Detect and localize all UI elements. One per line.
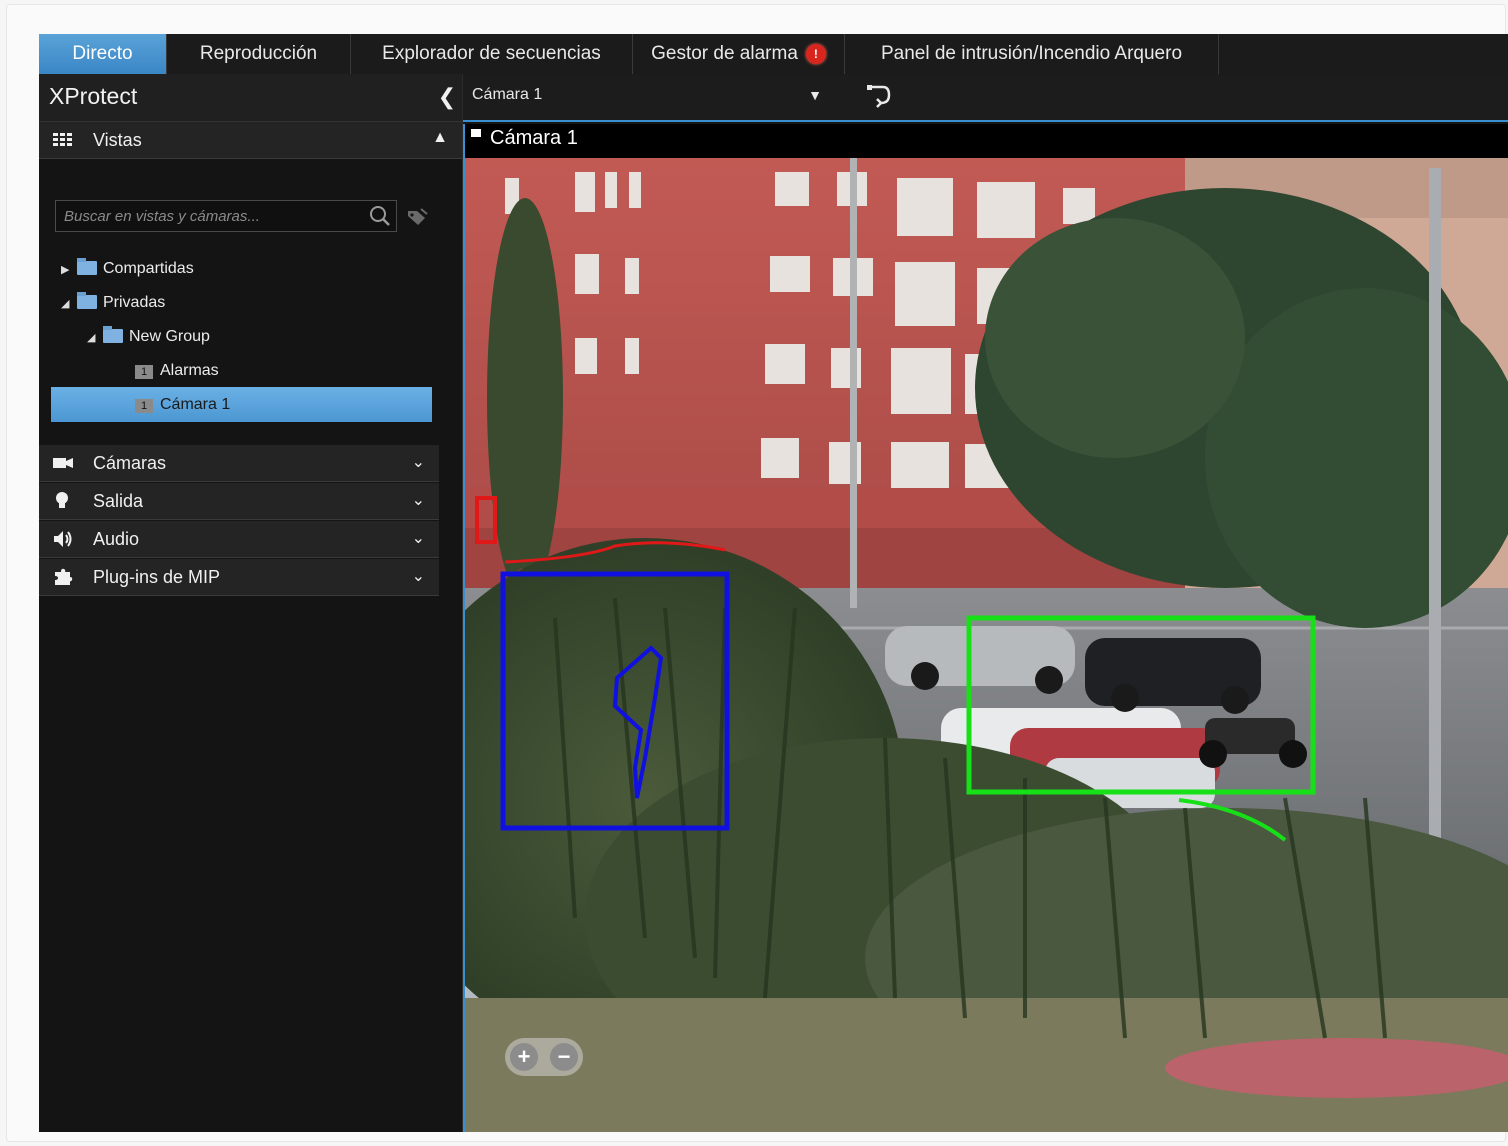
chevron-up-icon: ▲ [432,129,448,146]
zoom-in-button[interactable]: + [510,1043,538,1071]
window-frame: Directo Reproducción Explorador de secue… [6,4,1508,1142]
panel-camaras[interactable]: Cámaras ⌄ [39,445,439,482]
folder-icon [77,258,97,275]
tree-label: Cámara 1 [160,396,231,413]
collapsed-panels: Cámaras ⌄ Salida ⌄ Audio ⌄ Plug-ins de M… [39,445,439,596]
tab-panel-intrusion[interactable]: Panel de intrusión/Incendio Arquero [845,34,1219,74]
panel-salida[interactable]: Salida ⌄ [39,483,439,520]
tab-label: Explorador de secuencias [382,43,601,64]
puzzle-icon [55,568,73,585]
folder-icon [77,292,97,309]
panel-audio[interactable]: Audio ⌄ [39,521,439,558]
tag-icon[interactable] [405,206,429,228]
tree-item-new-group[interactable]: ◢ New Group [87,321,210,353]
tab-label: Directo [72,43,133,64]
view-toolbar: Cámara 1 ▼ [463,74,1508,122]
chevron-down-icon: ⌄ [411,530,425,547]
sidebar: XProtect ❮ Vistas ▲ Buscar en vistas y c… [39,74,463,1132]
tab-explorador-secuencias[interactable]: Explorador de secuencias [351,34,633,74]
chevron-down-icon: ⌄ [411,454,425,471]
camera-title-bar: Cámara 1 [465,124,1508,158]
camera-flag-icon [471,129,481,137]
tab-label: Reproducción [199,43,318,64]
speaker-icon [54,531,72,547]
folder-icon [103,326,123,343]
camera-title: Cámara 1 [490,127,578,149]
tree-label: Privadas [103,294,166,311]
tree-label: New Group [129,328,210,345]
chevron-down-icon: ⌄ [411,568,425,585]
panel-label: Cámaras [93,453,167,473]
zoom-out-button[interactable]: − [550,1043,578,1071]
search-icon[interactable] [368,204,392,228]
undo-view-icon[interactable] [865,83,893,111]
view-layout-icon: 1 [135,399,153,413]
tree-item-compartidas[interactable]: ▶ Compartidas [61,253,194,285]
collapse-arrow-icon[interactable]: ◢ [87,322,103,354]
panel-label: Audio [93,529,140,549]
tree-item-camara-1[interactable]: 1 Cámara 1 [135,389,230,421]
xprotect-app: Directo Reproducción Explorador de secue… [39,34,1508,1132]
panel-plugins-mip[interactable]: Plug-ins de MIP ⌄ [39,559,439,596]
chevron-down-icon: ⌄ [411,492,425,509]
video-frame-image [465,158,1508,1132]
zoom-controls: + − [505,1038,583,1076]
view-selector-dropdown[interactable]: Cámara 1 ▼ [472,86,822,110]
collapse-sidebar-icon[interactable]: ❮ [432,82,462,112]
grid-icon [53,133,72,146]
panel-label: Plug-ins de MIP [93,567,221,587]
top-tab-bar: Directo Reproducción Explorador de secue… [39,34,1508,74]
tree-selection-highlight [51,387,432,422]
app-title: XProtect [49,83,138,109]
tab-label: Gestor de alarma [651,43,798,64]
panel-vistas[interactable]: Vistas ▲ [39,122,462,159]
lightbulb-icon [56,492,68,508]
tree-label: Alarmas [160,362,219,379]
panel-label: Vistas [93,130,142,150]
tree-label: Compartidas [103,260,194,277]
expand-arrow-icon[interactable]: ▶ [61,254,77,286]
tree-item-alarmas[interactable]: 1 Alarmas [135,355,219,387]
camera-view-panel[interactable]: Cámara 1 + − [463,124,1508,1132]
tab-gestor-alarma[interactable]: Gestor de alarma! [633,34,845,74]
dropdown-arrow-icon: ▼ [808,87,822,103]
alarm-badge-icon: ! [805,43,826,64]
panel-label: Salida [93,491,144,511]
view-layout-icon: 1 [135,365,153,379]
search-box [55,200,397,232]
camera-video-feed[interactable]: + − [465,158,1508,1132]
collapse-arrow-icon[interactable]: ◢ [61,288,77,320]
tab-reproduccion[interactable]: Reproducción [167,34,351,74]
tab-label: Panel de intrusión/Incendio Arquero [880,43,1183,64]
camera-icon [53,458,73,468]
selected-view-label: Cámara 1 [472,86,543,103]
search-input[interactable] [56,201,356,231]
tree-item-privadas[interactable]: ◢ Privadas [61,287,165,319]
tab-directo[interactable]: Directo [39,34,167,74]
sidebar-header: XProtect ❮ [39,74,462,122]
